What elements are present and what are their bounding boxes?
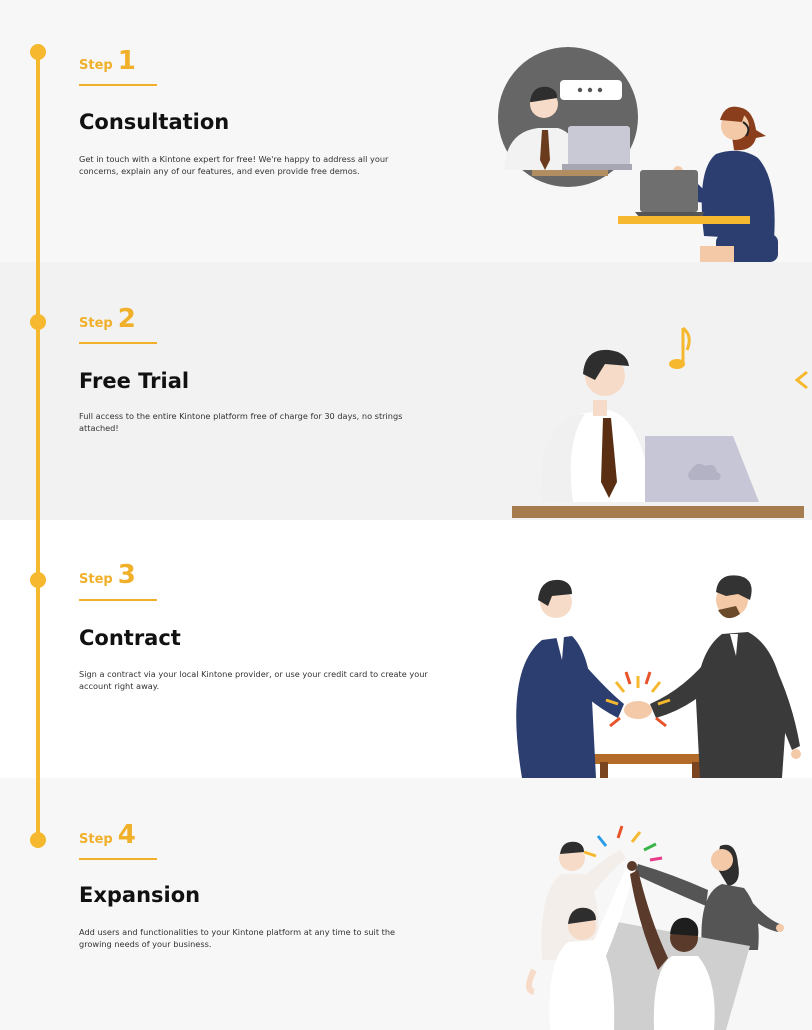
- timeline-dot: [30, 832, 46, 848]
- timeline-dot: [30, 314, 46, 330]
- step-description: Sign a contract via your local Kintone p…: [79, 669, 428, 691]
- step-title: Free Trial: [79, 369, 190, 393]
- step-description: Get in touch with a Kintone expert for f…: [79, 154, 389, 176]
- step-title: Expansion: [79, 883, 201, 907]
- step-title: Contract: [79, 626, 181, 650]
- step-3-section: Step 3 Contract Sign a contract via your…: [0, 520, 812, 778]
- step-description: Add users and functionalities to your Ki…: [79, 927, 396, 949]
- timeline-line: [36, 52, 40, 842]
- step-word: Step: [79, 58, 113, 73]
- timeline-dot: [30, 572, 46, 588]
- step-underline: [79, 858, 157, 860]
- step-underline: [79, 84, 157, 86]
- step-title: Consultation: [79, 110, 230, 134]
- step-number: 1: [117, 46, 136, 76]
- timeline-dot: [30, 44, 46, 60]
- step-label: Step 2: [79, 304, 136, 334]
- step-underline: [79, 599, 157, 601]
- step-number: 4: [117, 820, 136, 850]
- step-label: Step 4: [79, 820, 136, 850]
- step-4-section: Step 4 Expansion Add users and functiona…: [0, 778, 812, 1030]
- step-label: Step 3: [79, 560, 136, 590]
- step-description: Full access to the entire Kintone platfo…: [79, 411, 403, 433]
- expansion-illustration: [526, 825, 784, 1030]
- step-number: 2: [117, 304, 136, 334]
- step-word: Step: [79, 832, 113, 847]
- consultation-illustration: [498, 47, 778, 262]
- step-word: Step: [79, 572, 113, 587]
- free-trial-illustration: [512, 326, 808, 518]
- step-label: Step 1: [79, 46, 136, 76]
- step-number: 3: [117, 560, 136, 590]
- step-underline: [79, 342, 157, 344]
- step-1-section: Step 1 Consultation Get in touch with a …: [0, 0, 812, 262]
- step-word: Step: [79, 316, 113, 331]
- step-2-section: Step 2 Free Trial Full access to the ent…: [0, 262, 812, 520]
- contract-illustration: [516, 575, 801, 778]
